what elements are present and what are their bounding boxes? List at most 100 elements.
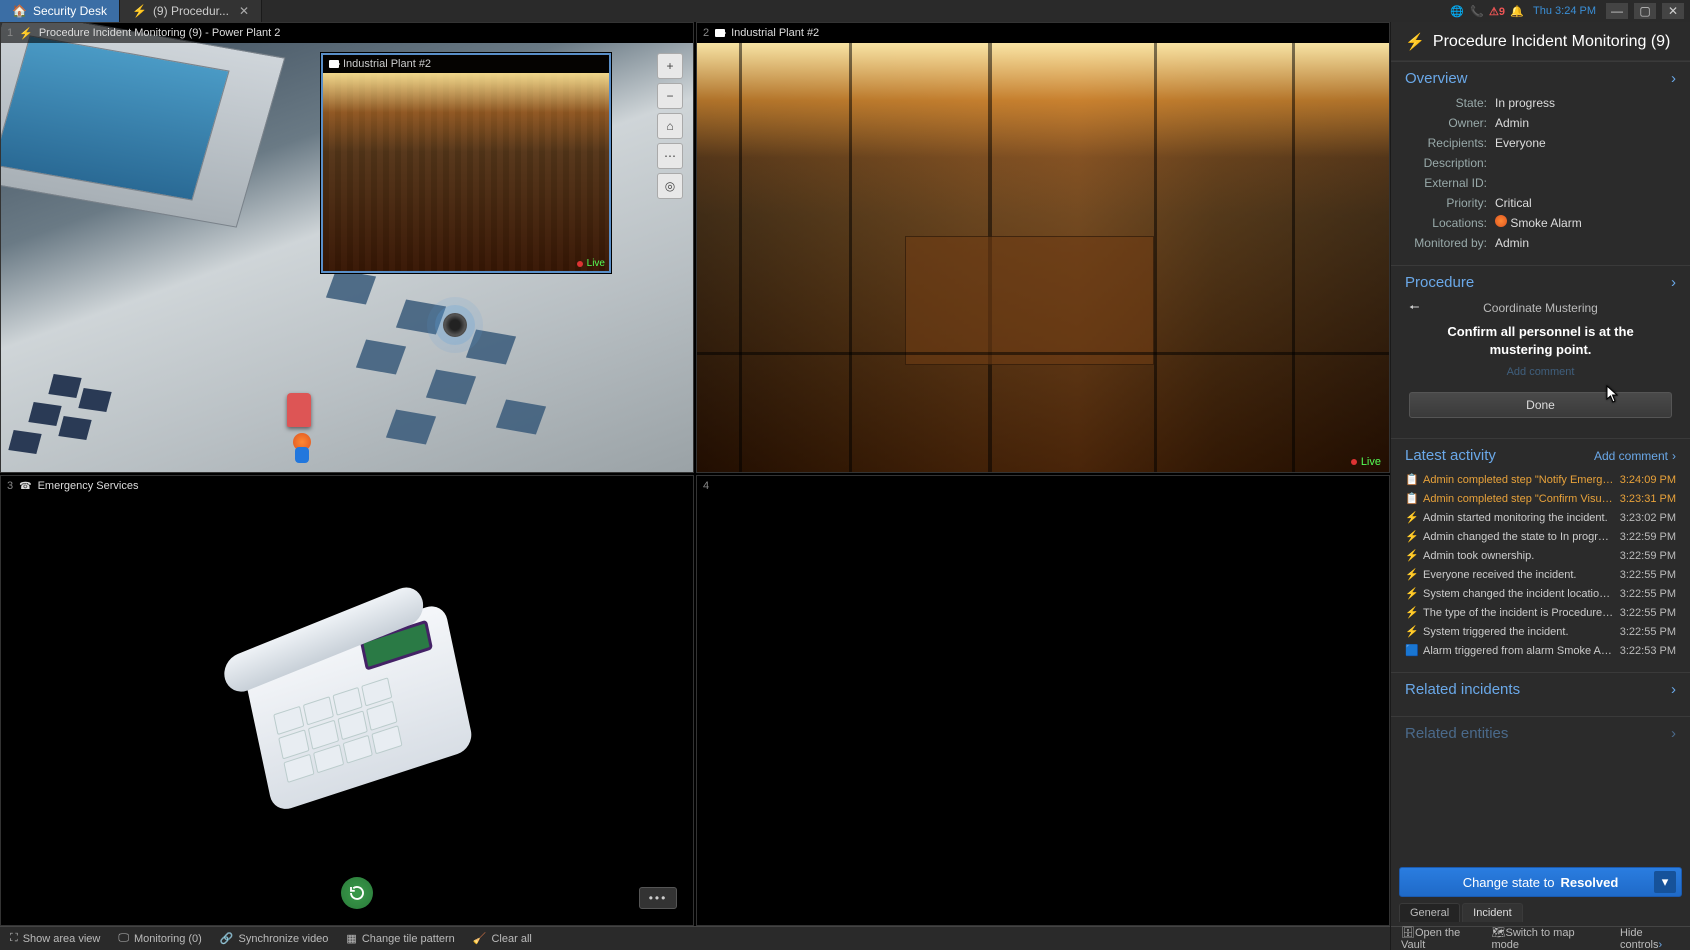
tray-phone-icon[interactable]: 📞 <box>1469 3 1485 19</box>
activity-row[interactable]: 📋Admin completed step "Notify Emergency.… <box>1405 470 1676 489</box>
add-comment-link[interactable]: Add comment <box>1409 366 1672 378</box>
field-label: Locations: <box>1405 213 1495 233</box>
footer-label: Monitoring (0) <box>134 933 202 945</box>
chevron-right-icon: › <box>1659 939 1663 950</box>
app-tab-security-desk[interactable]: 🏠 Security Desk <box>0 0 120 22</box>
activity-time: 3:22:55 PM <box>1620 607 1676 619</box>
maximize-button[interactable]: ▢ <box>1634 3 1656 19</box>
minus-icon: − <box>666 89 673 103</box>
app-tab-label: (9) Procedur... <box>153 4 229 18</box>
map-more-button[interactable]: ⋯ <box>657 143 683 169</box>
activity-text: System triggered the incident. <box>1423 626 1614 638</box>
close-button[interactable]: ✕ <box>1662 3 1684 19</box>
minimize-button[interactable]: — <box>1606 3 1628 19</box>
field-value: Admin <box>1495 233 1529 253</box>
tile-more-button[interactable]: ••• <box>639 887 677 909</box>
house-icon: ⌂ <box>666 119 673 133</box>
activity-icon: ⚡ <box>1405 511 1417 524</box>
activity-row[interactable]: 🟦Alarm triggered from alarm Smoke Alarm … <box>1405 641 1676 660</box>
done-button[interactable]: Done <box>1409 392 1672 418</box>
bolt-icon: ⚡ <box>1405 32 1425 52</box>
home-icon: 🏠 <box>12 4 27 18</box>
activity-icon: ⚡ <box>1405 549 1417 562</box>
field-value: Smoke Alarm <box>1495 213 1582 233</box>
bolt-icon: ⚡ <box>132 4 147 18</box>
activity-row[interactable]: ⚡The type of the incident is Procedure I… <box>1405 603 1676 622</box>
close-icon[interactable]: ✕ <box>239 4 249 18</box>
vault-icon: 🗄 <box>1401 927 1415 939</box>
activity-row[interactable]: ⚡Admin took ownership.3:22:59 PM <box>1405 546 1676 565</box>
refresh-button[interactable] <box>341 877 373 909</box>
tile-emergency-services[interactable]: 3 ☎ Emergency Services ••• <box>0 475 694 926</box>
activity-row[interactable]: ⚡System triggered the incident.3:22:55 P… <box>1405 622 1676 641</box>
section-related-entities: Related entities › <box>1391 716 1690 750</box>
chevron-right-icon[interactable]: › <box>1671 681 1676 698</box>
field-value: Critical <box>1495 193 1532 213</box>
activity-icon: ⚡ <box>1405 587 1417 600</box>
section-latest-activity: Latest activity Add comment› 📋Admin comp… <box>1391 438 1690 672</box>
hide-controls-button[interactable]: Hide controls› <box>1620 927 1680 950</box>
activity-row[interactable]: ⚡Admin changed the state to In progress.… <box>1405 527 1676 546</box>
activity-list[interactable]: 📋Admin completed step "Notify Emergency.… <box>1405 470 1676 660</box>
add-comment-button[interactable]: Add comment› <box>1594 449 1676 463</box>
alarm-pin-icon[interactable] <box>287 393 311 427</box>
panel-title: ⚡ Procedure Incident Monitoring (9) <box>1391 22 1690 61</box>
camera-marker-icon[interactable] <box>443 313 467 337</box>
chevron-right-icon[interactable]: › <box>1671 70 1676 87</box>
tile-camera-feed[interactable]: 2 Industrial Plant #2 Live <box>696 22 1390 473</box>
sync-video-button[interactable]: 🔗Synchronize video <box>220 932 329 945</box>
tile-number: 3 <box>7 480 13 492</box>
tray-globe-icon[interactable]: 🌐 <box>1449 3 1465 19</box>
activity-row[interactable]: ⚡Everyone received the incident.3:22:55 … <box>1405 565 1676 584</box>
back-button[interactable]: 🠔 <box>1409 298 1420 319</box>
tile-number: 4 <box>703 480 709 492</box>
activity-row[interactable]: ⚡Admin started monitoring the incident.3… <box>1405 508 1676 527</box>
show-area-view-button[interactable]: ⛶Show area view <box>10 932 100 945</box>
field-label: External ID: <box>1405 173 1495 193</box>
smoke-alarm-icon <box>1495 215 1507 227</box>
activity-time: 3:23:31 PM <box>1620 493 1676 505</box>
chevron-right-icon[interactable]: › <box>1671 725 1676 742</box>
monitoring-button[interactable]: 🖵Monitoring (0) <box>118 932 201 945</box>
tab-general[interactable]: General <box>1399 903 1460 922</box>
change-tile-pattern-button[interactable]: ▦Change tile pattern <box>346 932 454 945</box>
procedure-instruction: Confirm all personnel is at the musterin… <box>1409 321 1672 366</box>
activity-icon: 📋 <box>1405 492 1417 505</box>
activity-text: Everyone received the incident. <box>1423 569 1614 581</box>
field-label: Monitored by: <box>1405 233 1495 253</box>
footer-label: Synchronize video <box>239 933 329 945</box>
activity-row[interactable]: ⚡System changed the incident location to… <box>1405 584 1676 603</box>
pip-camera[interactable]: Industrial Plant #2 Live <box>321 53 611 273</box>
tab-incident[interactable]: Incident <box>1462 903 1523 922</box>
dropdown-arrow-icon[interactable]: ▾ <box>1654 871 1676 893</box>
field-label: State: <box>1405 93 1495 113</box>
activity-time: 3:22:53 PM <box>1620 645 1676 657</box>
tray-alert-icon[interactable]: ⚠9 <box>1489 3 1505 19</box>
zoom-out-button[interactable]: − <box>657 83 683 109</box>
tray-clock: Thu 3:24 PM <box>1529 5 1600 17</box>
clear-all-button[interactable]: 🧹Clear all <box>473 932 532 945</box>
field-value: Everyone <box>1495 133 1546 153</box>
tray-bell-icon[interactable]: 🔔 <box>1509 3 1525 19</box>
map-target-button[interactable]: ◎ <box>657 173 683 199</box>
switch-map-mode-button[interactable]: 🗺Switch to map mode <box>1492 926 1592 950</box>
tile-empty[interactable]: 4 <box>696 475 1390 926</box>
home-view-button[interactable]: ⌂ <box>657 113 683 139</box>
tile-map[interactable]: 1 ⚡ Procedure Incident Monitoring (9) - … <box>0 22 694 473</box>
activity-text: Alarm triggered from alarm Smoke Alarm (… <box>1423 645 1614 657</box>
procedure-step-title: Coordinate Mustering <box>1483 301 1598 315</box>
zoom-in-button[interactable]: + <box>657 53 683 79</box>
tile-number: 2 <box>703 27 709 39</box>
section-overview: Overview › State:In progress Owner:Admin… <box>1391 61 1690 265</box>
titlebar: 🏠 Security Desk ⚡ (9) Procedur... ✕ 🌐 📞 … <box>0 0 1690 22</box>
plus-icon: + <box>666 59 673 73</box>
app-tab-incident[interactable]: ⚡ (9) Procedur... ✕ <box>120 0 262 22</box>
change-state-button[interactable]: Change state to Resolved ▾ <box>1399 867 1682 897</box>
person-icon[interactable] <box>293 433 311 451</box>
open-vault-button[interactable]: 🗄Open the Vault <box>1401 926 1478 950</box>
pip-title: Industrial Plant #2 <box>343 58 431 70</box>
chevron-right-icon[interactable]: › <box>1671 274 1676 291</box>
activity-row[interactable]: 📋 Admin completed step "Confirm Visually … <box>1405 489 1676 508</box>
section-procedure: Procedure › 🠔 Coordinate Mustering Confi… <box>1391 265 1690 438</box>
activity-text: Admin completed step "Confirm Visually "… <box>1423 493 1614 505</box>
